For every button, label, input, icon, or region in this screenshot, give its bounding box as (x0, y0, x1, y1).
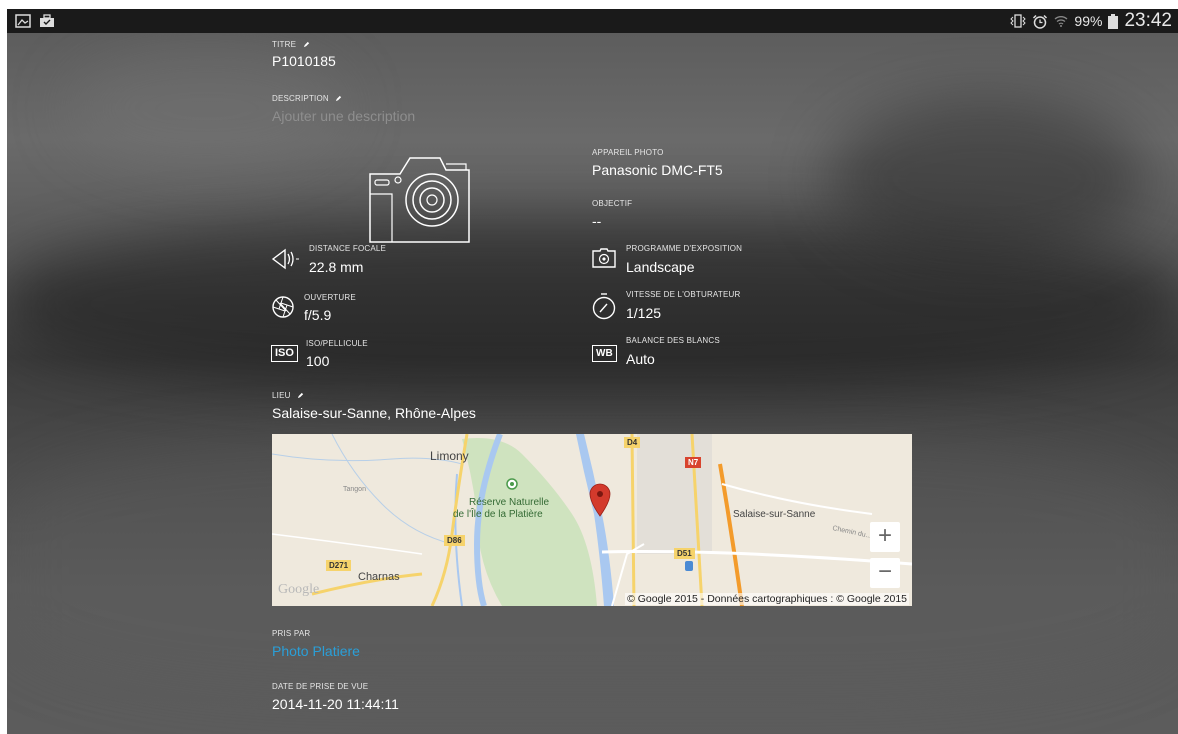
map-zoom-in-button[interactable]: + (870, 522, 900, 552)
focal-value: 22.8 mm (309, 259, 364, 275)
briefcase-icon (40, 14, 54, 27)
aperture-value: f/5.9 (304, 307, 332, 323)
iso-badge-icon: ISO (271, 345, 298, 362)
map-place-label: de l'Île de la Platière (453, 509, 543, 520)
exposure-value: Landscape (626, 259, 695, 275)
iso-value: 100 (306, 353, 330, 369)
road-badge: D271 (326, 560, 352, 571)
gallery-icon (15, 14, 31, 28)
status-bar: 99% 23:42 (7, 9, 1178, 33)
description-placeholder[interactable]: Ajouter une description (272, 108, 415, 124)
map-place-label: Limony (430, 449, 469, 463)
title-label: TITRE (272, 40, 310, 49)
road-badge: D86 (444, 535, 465, 546)
road-badge: N7 (685, 457, 702, 468)
shutter-speed-icon (592, 293, 616, 320)
description-label: DESCRIPTION (272, 94, 342, 103)
wb-value: Auto (626, 351, 655, 367)
location-label: LIEU (272, 391, 304, 400)
camera-illustration-icon (369, 157, 470, 243)
taken-by-label: PRIS PAR (272, 629, 311, 638)
edit-pencil-icon[interactable] (303, 41, 310, 48)
aperture-icon (272, 296, 294, 318)
alarm-icon (1033, 14, 1048, 29)
map-place-label: Réserve Naturelle (469, 497, 550, 508)
title-value[interactable]: P1010185 (272, 53, 336, 69)
map-copyright[interactable]: © Google 2015 - Données cartographiques … (625, 593, 909, 605)
iso-label: ISO/PELLICULE (306, 339, 368, 348)
white-balance-badge-icon: WB (592, 345, 617, 362)
vibrate-icon (1010, 14, 1027, 28)
camera-value: Panasonic DMC-FT5 (592, 162, 723, 178)
battery-icon (1108, 13, 1119, 29)
lens-label: OBJECTIF (592, 199, 633, 208)
map-zoom-out-button[interactable]: − (870, 558, 900, 588)
date-taken-label: DATE DE PRISE DE VUE (272, 682, 369, 691)
focal-length-icon (271, 248, 299, 270)
taken-by-link[interactable]: Photo Platiere (272, 643, 360, 659)
wifi-icon (1054, 16, 1068, 27)
photo-details-screen: 99% 23:42 TITRE P1010185 DESCRIPTION Ajo… (7, 9, 1178, 734)
shutter-label: VITESSE DE L'OBTURATEUR (626, 290, 741, 299)
map-place-label: Charnas (358, 571, 400, 583)
exposure-label: PROGRAMME D'EXPOSITION (626, 244, 743, 253)
road-badge: D51 (674, 548, 695, 559)
edit-pencil-icon[interactable] (335, 95, 342, 102)
google-logo: Google (278, 582, 320, 597)
lens-value: -- (592, 213, 602, 229)
location-value[interactable]: Salaise-sur-Sanne, Rhône-Alpes (272, 405, 476, 421)
edit-pencil-icon[interactable] (297, 392, 304, 399)
exposure-program-icon (592, 248, 616, 268)
clock: 23:42 (1124, 10, 1172, 31)
battery-percent: 99% (1074, 13, 1103, 29)
shutter-value: 1/125 (626, 305, 662, 321)
road-badge: D4 (624, 437, 641, 448)
backdrop-blur (827, 99, 1147, 259)
wb-label: BALANCE DES BLANCS (626, 336, 720, 345)
map-place-label: Tangon (343, 486, 366, 493)
aperture-label: OUVERTURE (304, 293, 356, 302)
focal-label: DISTANCE FOCALE (309, 244, 387, 253)
location-map[interactable]: Limony Tangon Réserve Naturelle de l'Île… (272, 434, 912, 606)
map-place-label: Salaise-sur-Sanne (733, 509, 816, 520)
date-taken-value: 2014-11-20 11:44:11 (272, 696, 399, 712)
camera-label: APPAREIL PHOTO (592, 148, 664, 157)
